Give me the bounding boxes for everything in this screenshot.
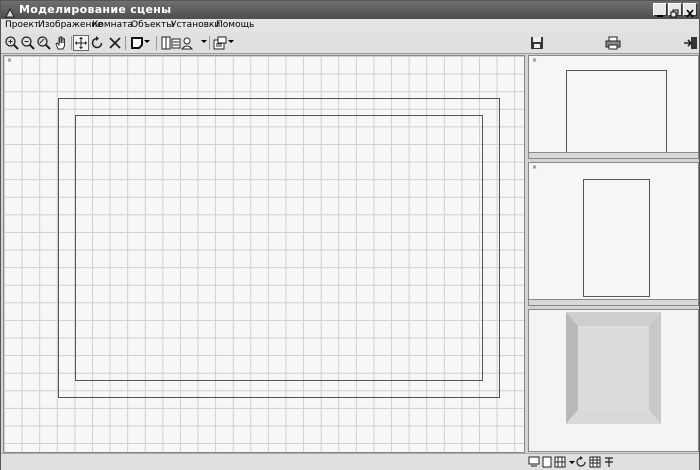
minimize-button[interactable] — [653, 3, 667, 17]
preview-front-view[interactable]: × — [528, 162, 699, 306]
close-icon — [686, 9, 694, 18]
delete-icon[interactable] — [107, 35, 123, 51]
menu-room[interactable]: Комната — [92, 20, 133, 30]
panel-splitter[interactable] — [529, 152, 698, 158]
room-inner-wall[interactable] — [75, 115, 483, 381]
zoom-fit-icon[interactable] — [36, 35, 52, 51]
view-rotate-icon[interactable] — [575, 456, 587, 468]
view-settings-icon[interactable] — [603, 456, 615, 468]
object-library-icon[interactable] — [212, 35, 228, 51]
window-title: Моделирование сцены — [19, 3, 172, 16]
front-view-room-outline — [583, 179, 650, 297]
view-modes-dropdown-icon[interactable] — [201, 40, 207, 43]
main-window: Моделирование сцены Проект Изображение К… — [0, 0, 700, 470]
menu-objects[interactable]: Объекты — [131, 20, 173, 30]
toolbar — [1, 33, 699, 54]
view-modes-icon[interactable] — [161, 35, 195, 51]
status-bar — [1, 453, 699, 470]
zoom-in-icon[interactable] — [4, 35, 20, 51]
title-bar: Моделирование сцены — [1, 1, 699, 19]
panel-corner-marker: × — [532, 164, 538, 171]
floor-plan-canvas[interactable]: × — [3, 55, 525, 453]
close-button[interactable] — [683, 3, 697, 18]
room-3d-render — [566, 312, 661, 424]
menu-project[interactable]: Проект — [5, 20, 39, 30]
view-table-icon[interactable] — [589, 456, 601, 468]
preview-3d-view[interactable] — [528, 309, 699, 452]
app-icon — [4, 4, 16, 18]
restore-button[interactable] — [668, 3, 682, 18]
menu-settings[interactable]: Установки — [171, 20, 220, 30]
print-icon[interactable] — [605, 35, 621, 51]
preview-top-view[interactable]: × — [528, 55, 699, 159]
pan-hand-icon[interactable] — [53, 35, 69, 51]
view-front-icon[interactable] — [541, 456, 553, 468]
object-library-dropdown-icon[interactable] — [228, 40, 234, 43]
panel-splitter[interactable] — [529, 299, 698, 305]
exit-icon[interactable] — [683, 35, 699, 51]
view-grid-icon[interactable] — [554, 456, 566, 468]
minimize-icon — [657, 15, 663, 17]
toolbar-separator — [156, 36, 157, 50]
toolbar-separator — [125, 36, 126, 50]
move-icon[interactable] — [73, 35, 89, 51]
menu-help[interactable]: Помощь — [216, 20, 254, 30]
room-shape-icon[interactable] — [129, 35, 145, 51]
toolbar-separator — [209, 36, 210, 50]
menu-bar: Проект Изображение Комната Объекты Устан… — [1, 19, 699, 33]
room-shape-dropdown-icon[interactable] — [144, 40, 150, 43]
rotate-icon[interactable] — [89, 35, 105, 51]
zoom-out-icon[interactable] — [20, 35, 36, 51]
panel-corner-marker: × — [532, 57, 538, 64]
top-view-room-outline — [566, 70, 667, 154]
view-top-icon[interactable] — [528, 456, 540, 468]
save-icon[interactable] — [529, 35, 545, 51]
restore-icon — [670, 9, 679, 18]
toolbar-separator — [71, 36, 72, 50]
canvas-corner-marker: × — [7, 57, 13, 64]
